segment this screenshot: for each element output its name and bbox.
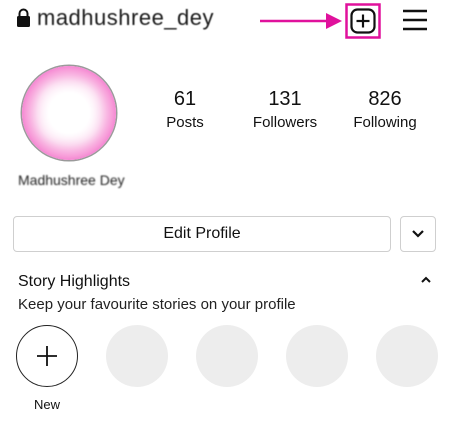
followers-label: Followers: [252, 114, 318, 131]
username[interactable]: madhushree_dey: [37, 0, 214, 36]
highlights-subtitle: Keep your favourite stories on your prof…: [18, 296, 296, 313]
new-highlight-button[interactable]: [16, 325, 78, 387]
posts-stat[interactable]: 61 Posts: [130, 86, 240, 133]
posts-label: Posts: [166, 114, 204, 131]
highlight-placeholder: [106, 325, 168, 387]
chevron-down-icon: [412, 230, 424, 238]
followers-stat[interactable]: 131 Followers: [230, 86, 340, 133]
followers-count: 131: [268, 88, 302, 110]
chevron-up-icon[interactable]: [418, 272, 434, 288]
following-count: 826: [368, 88, 402, 110]
highlight-placeholder: [286, 325, 348, 387]
more-options-button[interactable]: [400, 216, 436, 252]
highlights-title: Story Highlights: [18, 273, 131, 290]
edit-profile-button[interactable]: Edit Profile: [13, 216, 391, 252]
highlight-placeholder: [196, 325, 258, 387]
avatar-highlight: [40, 85, 97, 140]
posts-count: 61: [173, 88, 197, 110]
lock-icon: [17, 8, 30, 27]
following-label: Following: [353, 114, 417, 131]
plus-icon: [37, 346, 57, 366]
new-highlight-label: New: [33, 397, 60, 412]
following-stat[interactable]: 826 Following: [330, 86, 440, 133]
menu-icon[interactable]: [402, 8, 428, 32]
highlight-placeholder: [376, 325, 438, 387]
new-post-button[interactable]: [345, 3, 381, 39]
display-name: Madhushree Dey: [18, 172, 125, 188]
arrow-icon: [260, 13, 342, 29]
